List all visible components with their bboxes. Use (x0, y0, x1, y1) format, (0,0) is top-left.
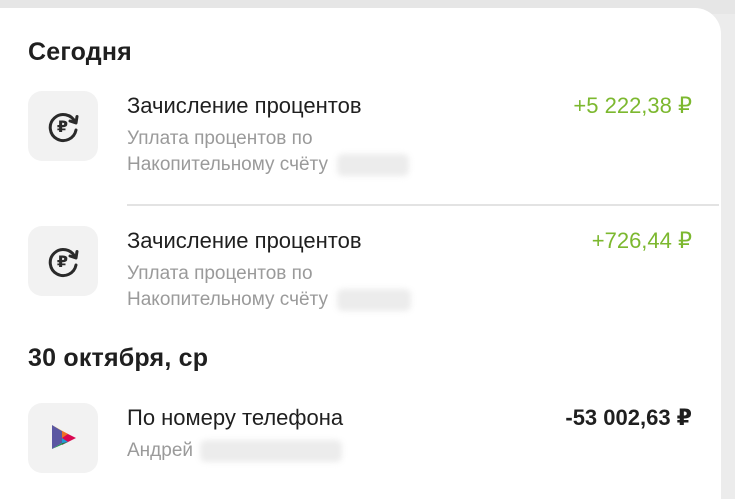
operation-item[interactable]: ₽ Зачисление процентов Уплата процентов … (0, 91, 721, 191)
operation-description: Андрей (127, 438, 343, 464)
operation-amount: -53 002,63 ₽ (565, 405, 692, 430)
operation-amount: +726,44 ₽ (591, 228, 692, 253)
ruble-interest-icon: ₽ (28, 226, 98, 296)
operation-title: Зачисление процентов (127, 228, 362, 253)
operation-item[interactable]: По номеру телефона Андрей -53 002,63 ₽ (0, 403, 721, 483)
divider (127, 204, 719, 206)
operation-description-line: Накопительному счёту (127, 287, 412, 313)
operation-description-line: Уплата процентов по (127, 128, 313, 149)
operation-description-line: Накопительному счёту (127, 152, 410, 178)
ruble-interest-icon: ₽ (28, 91, 98, 161)
operation-description: Уплата процентов по Накопительному счёту (127, 261, 412, 313)
redacted-account-number (337, 288, 412, 311)
operation-description-account: Накопительному счёту (127, 289, 328, 310)
operation-title: По номеру телефона (127, 405, 344, 430)
svg-text:₽: ₽ (57, 117, 68, 136)
operation-counterparty: Андрей (127, 440, 193, 461)
svg-text:₽: ₽ (57, 252, 68, 271)
section-title-date: 30 октября, ср (28, 344, 209, 372)
redacted-account-number (337, 153, 410, 176)
operation-amount: +5 222,38 ₽ (573, 93, 692, 118)
sbp-logo-icon (28, 403, 98, 473)
operation-item[interactable]: ₽ Зачисление процентов Уплата процентов … (0, 226, 721, 326)
operation-description: Уплата процентов по Накопительному счёту (127, 126, 410, 178)
operation-description-line: Уплата процентов по (127, 263, 313, 284)
operation-description-account: Накопительному счёту (127, 154, 328, 175)
operation-title: Зачисление процентов (127, 93, 362, 118)
section-title-today: Сегодня (28, 38, 132, 66)
redacted-counterparty-name (200, 439, 343, 462)
operations-card: Сегодня ₽ Зачисление процентов Уплата пр… (0, 8, 721, 499)
